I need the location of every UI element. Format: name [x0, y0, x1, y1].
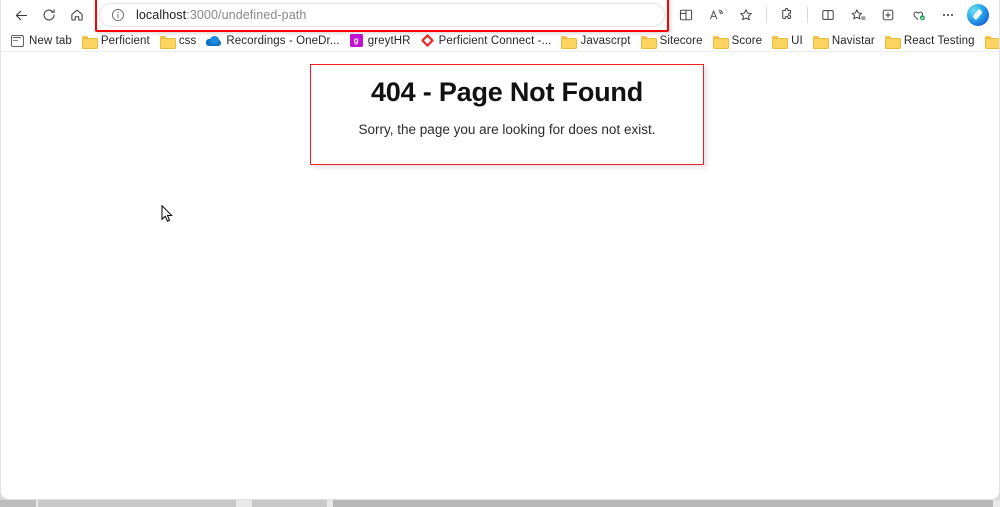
taskbar-segment: [0, 500, 36, 507]
folder-icon: [81, 35, 98, 49]
shopping-button[interactable]: [903, 2, 933, 28]
url-host: localhost: [136, 8, 187, 22]
collections-button[interactable]: [873, 2, 903, 28]
page-content: 404 - Page Not Found Sorry, the page you…: [1, 52, 999, 499]
error-box: 404 - Page Not Found Sorry, the page you…: [310, 64, 704, 165]
shopping-tag-icon: [912, 11, 925, 21]
ellipsis-icon: [943, 14, 953, 16]
folder-icon: [561, 35, 578, 49]
url-path: :3000/undefined-path: [186, 8, 307, 22]
bookmark-javascrpt[interactable]: Javascrpt: [557, 31, 636, 50]
address-bar-container: localhost:3000/undefined-path: [95, 0, 669, 32]
bookmark-label: Recordings - OneDr...: [226, 34, 340, 47]
back-arrow-icon: [15, 10, 27, 20]
bookmark-label: React Testing: [903, 34, 975, 47]
bookmarks-bar: New tab Perficient css Recordings - OneD…: [1, 30, 999, 52]
bookmark-mercury[interactable]: Mercury: [981, 31, 999, 50]
read-aloud-button[interactable]: [701, 2, 731, 28]
bookmark-label: css: [178, 34, 197, 47]
taskbar-segment: [333, 500, 993, 507]
bookmark-new-tab[interactable]: New tab: [7, 31, 78, 50]
bookmark-label: Perficient: [100, 34, 150, 47]
error-message: Sorry, the page you are looking for does…: [358, 122, 656, 137]
home-button[interactable]: [63, 2, 91, 28]
bookmark-label: New tab: [29, 34, 72, 47]
split-screen-button[interactable]: [671, 2, 701, 28]
folder-icon: [984, 35, 999, 49]
onedrive-icon: [206, 35, 222, 46]
bookmark-navistar[interactable]: Navistar: [809, 31, 881, 50]
bookmark-label: Javascrpt: [580, 34, 631, 47]
toolbar-right-icons: [671, 2, 993, 28]
mouse-pointer-icon: [161, 205, 173, 222]
toolbar-separator-2: [807, 7, 808, 23]
folder-icon: [772, 35, 789, 49]
split-screen-icon: [679, 9, 693, 21]
taskbar-segment: [252, 500, 327, 507]
folder-icon: [159, 35, 176, 49]
folder-icon: [712, 35, 729, 49]
folder-icon: [812, 35, 829, 49]
taskbar-strip: [0, 500, 1000, 507]
bookmark-recordings-onedrive[interactable]: Recordings - OneDr...: [202, 31, 345, 50]
browser-essentials-icon: [822, 10, 834, 20]
bookmark-label: Navistar: [831, 34, 875, 47]
browser-toolbar: localhost:3000/undefined-path: [1, 0, 999, 32]
bookmark-perficient[interactable]: Perficient: [78, 31, 156, 50]
folder-icon: [884, 35, 901, 49]
bookmark-css[interactable]: css: [156, 31, 203, 50]
page-title: 404 - Page Not Found: [370, 77, 644, 107]
bookmark-react-testing[interactable]: React Testing: [881, 31, 981, 50]
puzzle-piece-icon: [782, 8, 792, 19]
taskbar-segment: [38, 500, 236, 507]
collections-icon: [882, 9, 894, 21]
add-favorite-button[interactable]: [731, 2, 761, 28]
bookmark-label: Perficient Connect -...: [438, 34, 552, 47]
bookmark-sitecore[interactable]: Sitecore: [637, 31, 709, 50]
bookmark-label: Score: [731, 34, 763, 47]
address-bar[interactable]: localhost:3000/undefined-path: [99, 3, 665, 27]
favorites-star-list-icon: [851, 9, 865, 20]
bookmark-label: Sitecore: [659, 34, 703, 47]
bookmark-perficient-connect[interactable]: Perficient Connect -...: [417, 31, 558, 50]
bookmark-label: UI: [791, 34, 803, 47]
refresh-icon: [43, 9, 55, 21]
toolbar-separator-1: [766, 7, 767, 23]
refresh-button[interactable]: [35, 2, 63, 28]
extensions-button[interactable]: [772, 2, 802, 28]
browser-essentials-button[interactable]: [813, 2, 843, 28]
back-button[interactable]: [7, 2, 35, 28]
bookmark-label: greytHR: [367, 34, 411, 47]
bookmark-score[interactable]: Score: [709, 31, 769, 50]
browser-window: localhost:3000/undefined-path New tab Pe…: [0, 0, 1000, 500]
url-text: localhost:3000/undefined-path: [136, 8, 306, 22]
new-tab-icon: [11, 34, 24, 47]
star-icon: [740, 9, 752, 21]
bookmark-ui[interactable]: UI: [768, 31, 809, 50]
read-aloud-icon: [709, 9, 723, 20]
greythr-icon: g: [349, 34, 363, 47]
home-icon: [71, 9, 83, 21]
copilot-button[interactable]: [963, 2, 993, 28]
copilot-icon: [967, 4, 989, 26]
folder-icon: [640, 35, 657, 49]
perficient-icon: [421, 34, 434, 47]
bookmark-greythr[interactable]: g greytHR: [346, 31, 417, 50]
info-icon[interactable]: [110, 7, 126, 23]
favorites-button[interactable]: [843, 2, 873, 28]
settings-more-button[interactable]: [933, 2, 963, 28]
